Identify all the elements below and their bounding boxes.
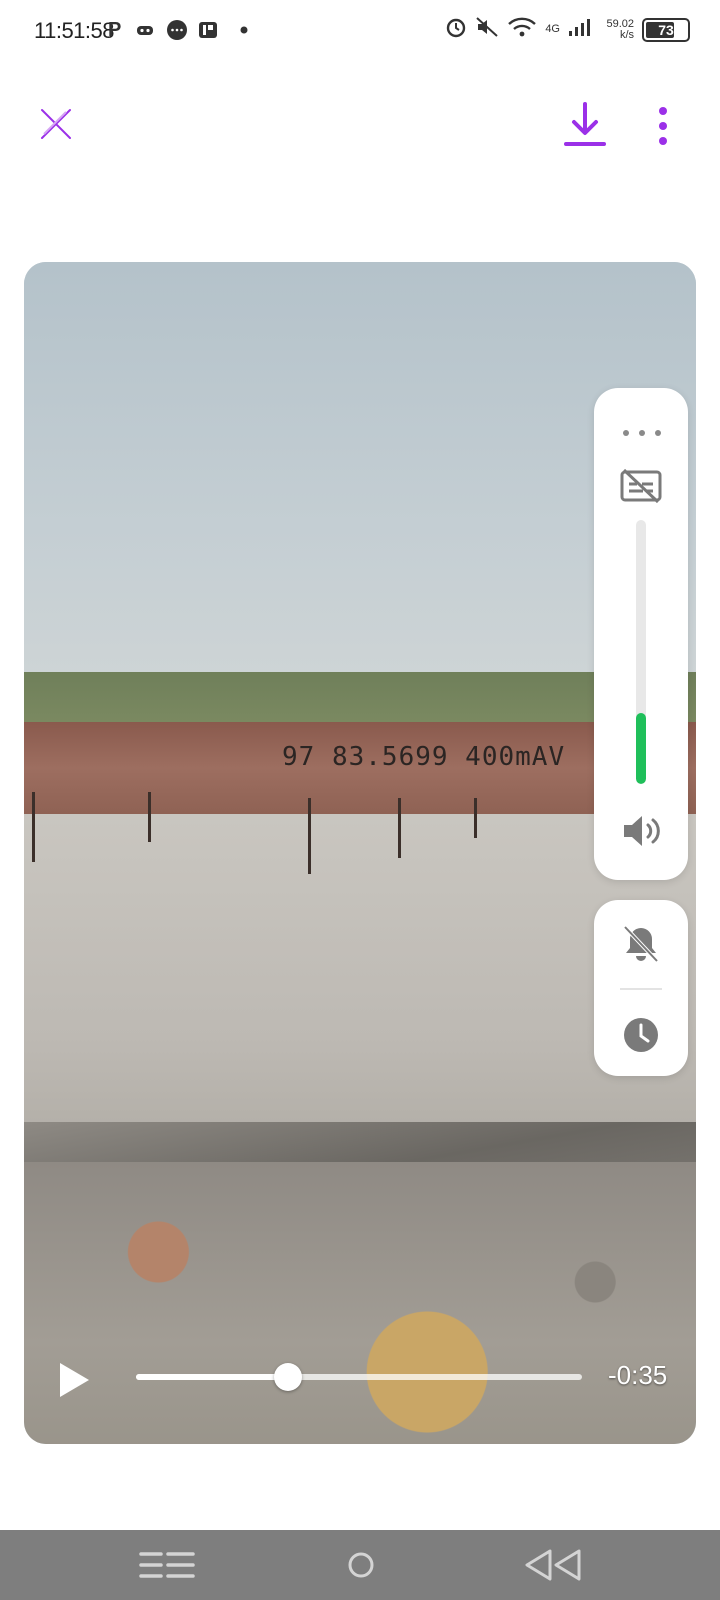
speaker-icon: [624, 816, 660, 846]
message-icon: [166, 18, 188, 42]
speaker-button[interactable]: [621, 812, 663, 850]
network-speed: 59.02 k/s: [606, 17, 634, 41]
close-button[interactable]: [36, 104, 76, 144]
seek-thumb[interactable]: [273, 1363, 302, 1391]
more-horizontal-button[interactable]: [622, 424, 662, 436]
download-button[interactable]: [560, 98, 610, 152]
play-icon: [60, 1363, 89, 1397]
mute-icon: [475, 16, 499, 43]
timer-button[interactable]: [622, 1016, 660, 1054]
home-icon: [348, 1552, 374, 1578]
play-button[interactable]: [56, 1360, 92, 1400]
wall-text: 97 83.5699 400mAV: [282, 742, 566, 772]
rebar: [474, 798, 477, 838]
seek-progress: [136, 1374, 288, 1380]
navigation-bar: [0, 1530, 720, 1600]
rebar: [308, 798, 311, 874]
volume-level: [636, 712, 646, 784]
more-vertical-icon: [659, 107, 667, 145]
rebar: [148, 792, 151, 842]
network-type: 4G: [545, 23, 560, 35]
subtitles-button[interactable]: [620, 468, 662, 504]
rebar: [398, 798, 401, 858]
p-icon: P: [108, 18, 122, 41]
wifi-icon: [507, 16, 537, 43]
battery-icon: 73: [642, 17, 690, 42]
mute-notifications-button[interactable]: [622, 924, 660, 964]
status-bar: 11:51:58 P 4G 59.02 k/s 73: [0, 0, 720, 60]
game-icon: [136, 18, 154, 42]
volume-panel: [594, 388, 688, 880]
signal-icon: [568, 17, 592, 42]
close-icon: [41, 109, 71, 139]
more-horizontal-icon: [623, 430, 661, 436]
alarm-icon: [445, 16, 467, 43]
clock-icon: [624, 1018, 658, 1052]
subtitles-off-icon: [620, 468, 662, 504]
panel-divider: [620, 988, 662, 990]
back-icon: [525, 1549, 581, 1581]
app-icon: [198, 18, 218, 42]
status-time: 11:51:58: [34, 18, 115, 43]
volume-slider[interactable]: [636, 520, 646, 784]
download-icon: [564, 102, 606, 146]
video-gravel: [24, 1162, 696, 1444]
quick-control-panel: [594, 900, 688, 1076]
home-button[interactable]: [342, 1546, 380, 1584]
recents-icon: [139, 1552, 195, 1578]
dot-icon: [240, 18, 248, 42]
more-options-button[interactable]: [648, 102, 678, 150]
rebar: [32, 792, 35, 862]
status-right-group: 4G 59.02 k/s 73: [445, 16, 690, 43]
battery-level: 73: [658, 21, 674, 38]
recents-button[interactable]: [138, 1546, 196, 1584]
top-action-bar: [0, 90, 720, 160]
bell-off-icon: [623, 925, 659, 963]
time-remaining: -0:35: [608, 1360, 668, 1390]
back-button[interactable]: [524, 1546, 584, 1584]
seek-bar[interactable]: [136, 1363, 582, 1391]
